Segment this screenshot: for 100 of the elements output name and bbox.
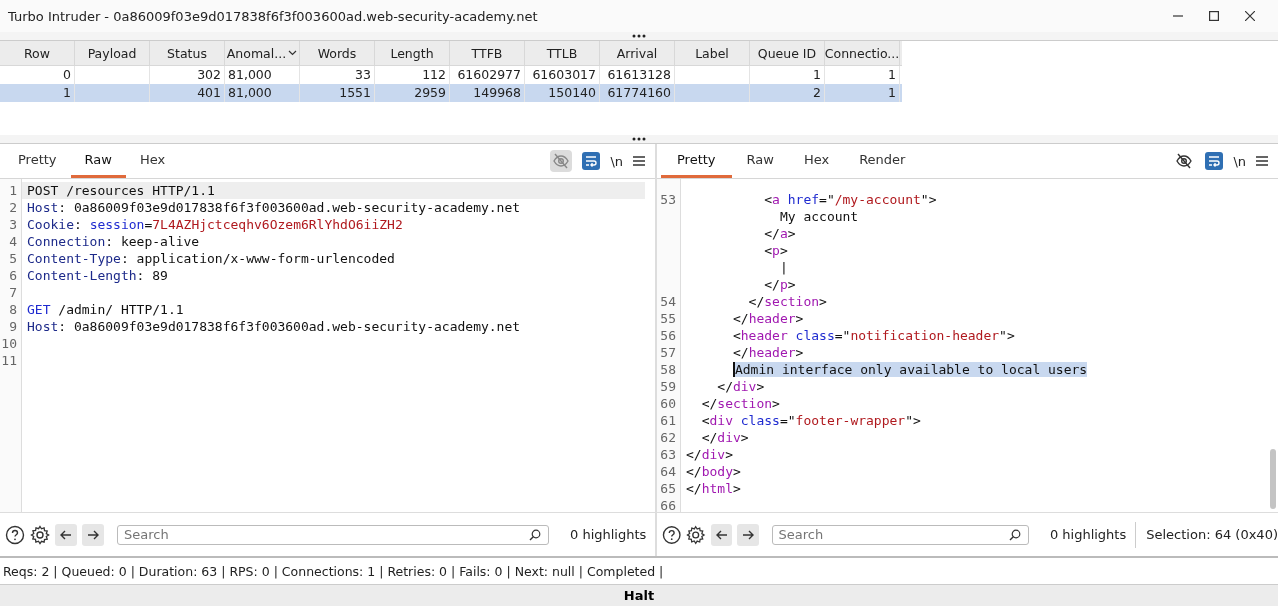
line-number: 3 xyxy=(9,217,17,232)
line-number: 63 xyxy=(660,447,676,462)
code-line: </a> xyxy=(763,225,796,242)
code-line: </section> xyxy=(700,395,780,412)
column-header[interactable]: Arrival xyxy=(600,41,675,65)
window-title: Turbo Intruder - 0a86009f03e9d017838f6f3f003600ad.web-security-academy.net xyxy=(8,8,538,24)
code-line: </body> xyxy=(685,463,741,480)
table-cell: 112 xyxy=(422,67,446,82)
table-cell: 149968 xyxy=(473,85,521,100)
highlights-count: 0 highlights xyxy=(1049,527,1127,542)
table-cell: 61603017 xyxy=(532,67,596,82)
code-line: <p> xyxy=(763,242,788,259)
table-cell: 81,000 xyxy=(228,67,272,82)
newline-toggle[interactable]: \n xyxy=(610,153,623,169)
highlights-count: 0 highlights xyxy=(570,527,647,542)
column-header[interactable]: Length xyxy=(375,41,450,65)
line-number: 2 xyxy=(9,200,17,215)
table-cell: 33 xyxy=(355,67,371,82)
splitter-handle-icon[interactable] xyxy=(632,34,646,38)
forward-button[interactable] xyxy=(737,523,759,546)
menu-icon[interactable] xyxy=(633,156,645,166)
table-cell: 2 xyxy=(813,85,821,100)
line-number: 59 xyxy=(660,379,676,394)
line-number: 58 xyxy=(660,362,676,377)
back-button[interactable] xyxy=(710,523,733,546)
code-line: GET /admin/ HTTP/1.1 xyxy=(26,301,184,318)
table-cell: 81,000 xyxy=(228,85,272,100)
column-header[interactable]: Words xyxy=(300,41,375,65)
editor-tab[interactable]: Hex xyxy=(125,144,180,178)
line-number: 62 xyxy=(660,430,676,445)
code-line: </div> xyxy=(685,446,733,463)
editor-tab[interactable]: Raw xyxy=(70,144,126,178)
editor-tab[interactable]: Pretty xyxy=(4,144,71,178)
table-row[interactable]: 1 401 81,000 1551 2959 149968 150140 61774160 2 1 xyxy=(0,84,902,102)
column-header[interactable]: Connectio... xyxy=(825,41,900,65)
maximize-icon[interactable] xyxy=(1209,11,1219,21)
right-arrow-icon xyxy=(741,529,754,540)
column-header[interactable]: Label xyxy=(675,41,750,65)
line-number: 53 xyxy=(660,192,676,207)
search-icon xyxy=(529,528,541,541)
code-line: | xyxy=(778,259,788,276)
wrap-lines-icon[interactable] xyxy=(582,152,601,170)
column-header[interactable]: Anomal... xyxy=(225,41,300,65)
close-icon[interactable] xyxy=(1245,11,1255,21)
column-header[interactable]: Queue ID xyxy=(750,41,825,65)
code-line: <a href="/my-account"> xyxy=(763,191,937,208)
code-line: </header> xyxy=(731,310,804,327)
table-cell: 61613128 xyxy=(607,67,671,82)
code-line: Cookie: session=7L4AZHjctceqhv6Ozem6RlYhdO6iiZH2 xyxy=(26,216,403,233)
editor-tab[interactable]: Hex xyxy=(788,144,845,178)
line-number: 1 xyxy=(9,183,17,198)
column-header[interactable]: Status xyxy=(150,41,225,65)
editor-tab[interactable]: Render xyxy=(844,144,921,178)
line-number: 64 xyxy=(660,464,676,479)
search-field[interactable]: Search xyxy=(117,524,549,545)
code-line: Connection: keep-alive xyxy=(26,233,200,250)
back-button[interactable] xyxy=(55,523,77,546)
halt-button[interactable]: Halt xyxy=(0,584,1278,606)
settings-icon[interactable] xyxy=(686,524,706,545)
line-number: 66 xyxy=(660,498,676,512)
selected-text: Admin interface only available to local users xyxy=(732,362,1088,377)
left-arrow-icon xyxy=(60,529,72,540)
left-arrow-icon xyxy=(715,529,728,540)
table-cell: 1 xyxy=(888,67,896,82)
chevron-icon xyxy=(288,50,298,56)
table-cell: 2959 xyxy=(414,85,446,100)
line-number: 4 xyxy=(9,234,17,249)
scrollbar-thumb[interactable] xyxy=(1270,449,1276,509)
column-header[interactable]: Row xyxy=(0,41,75,65)
line-number: 65 xyxy=(660,481,676,496)
splitter-handle-icon[interactable] xyxy=(632,137,646,141)
code-line: Content-Type: application/x-www-form-urlencoded xyxy=(26,250,395,267)
forward-button[interactable] xyxy=(82,523,104,546)
help-icon[interactable] xyxy=(662,524,682,545)
line-number: 10 xyxy=(1,336,17,351)
newline-toggle[interactable]: \n xyxy=(1233,153,1246,169)
settings-icon[interactable] xyxy=(30,524,50,545)
line-number: 11 xyxy=(1,353,17,368)
code-line: </div> xyxy=(716,378,765,395)
code-line: <div class="footer-wrapper"> xyxy=(700,412,921,429)
table-cell: 61602977 xyxy=(457,67,521,82)
line-number: 6 xyxy=(9,268,17,283)
editor-tab[interactable]: Raw xyxy=(731,144,789,178)
code-line: </header> xyxy=(731,344,804,361)
line-number: 54 xyxy=(660,294,676,309)
code-line: Host: 0a86009f03e9d017838f6f3f003600ad.web-security-academy.net xyxy=(26,318,521,335)
code-line: <header class="notification-header"> xyxy=(731,327,1015,344)
help-icon[interactable] xyxy=(5,524,25,545)
code-line: </p> xyxy=(763,276,796,293)
column-header[interactable]: Payload xyxy=(75,41,150,65)
wrap-lines-icon[interactable] xyxy=(1205,152,1224,170)
code-line: Host: 0a86009f03e9d017838f6f3f003600ad.web-security-academy.net xyxy=(26,199,521,216)
status-text: Reqs: 2 | Queued: 0 | Duration: 63 | RPS: 0 | Connections: 1 | Retries: 0 | Fails: 0 | Next: null | Completed | xyxy=(3,563,664,579)
menu-icon[interactable] xyxy=(1256,156,1268,166)
search-icon xyxy=(1008,528,1021,541)
search-field[interactable]: Search xyxy=(771,524,1029,545)
table-cell: 302 xyxy=(197,67,221,82)
column-header[interactable]: TTLB xyxy=(525,41,600,65)
code-line: </html> xyxy=(685,480,741,497)
column-header[interactable]: TTFB xyxy=(450,41,525,65)
